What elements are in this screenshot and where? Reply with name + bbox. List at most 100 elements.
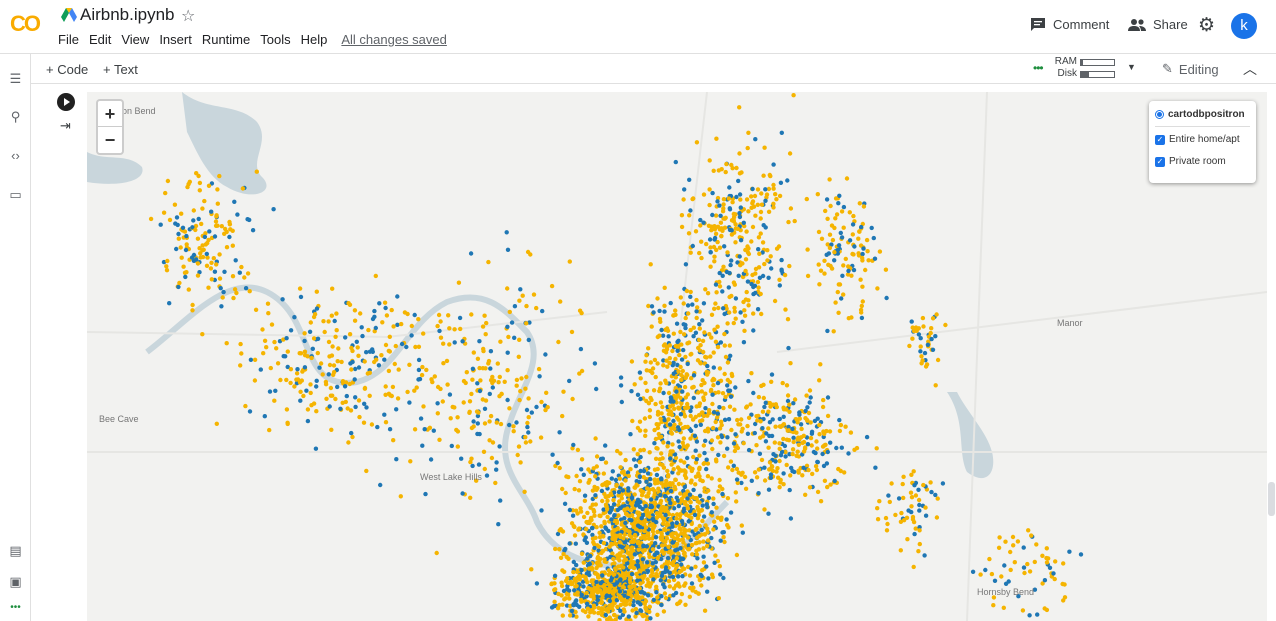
listing-point[interactable] [346, 301, 351, 306]
listing-point[interactable] [604, 578, 609, 583]
listing-point[interactable] [801, 465, 806, 470]
listing-point[interactable] [668, 456, 673, 461]
listing-point[interactable] [434, 550, 439, 556]
listing-point[interactable] [700, 518, 705, 524]
listing-point[interactable] [858, 307, 864, 313]
listing-point[interactable] [529, 410, 534, 415]
listing-point[interactable] [720, 289, 725, 294]
listing-point[interactable] [399, 321, 404, 327]
listing-point[interactable] [757, 451, 763, 456]
listing-point[interactable] [581, 514, 587, 520]
listing-point[interactable] [604, 593, 610, 598]
listing-point[interactable] [626, 492, 631, 497]
listing-point[interactable] [338, 406, 343, 411]
listing-point[interactable] [851, 213, 856, 219]
listing-point[interactable] [662, 285, 667, 290]
listing-point[interactable] [693, 482, 698, 487]
listing-point[interactable] [335, 359, 340, 364]
listing-point[interactable] [549, 283, 555, 289]
listing-point[interactable] [691, 487, 696, 493]
listing-point[interactable] [262, 338, 268, 343]
listing-point[interactable] [646, 536, 652, 541]
listing-point[interactable] [684, 512, 689, 517]
listing-point[interactable] [480, 324, 486, 329]
listing-point[interactable] [725, 377, 730, 383]
listing-point[interactable] [292, 384, 297, 389]
listing-point[interactable] [311, 336, 317, 341]
listing-point[interactable] [763, 400, 768, 405]
listing-point[interactable] [695, 305, 700, 310]
listing-point[interactable] [1062, 595, 1068, 600]
listing-point[interactable] [298, 351, 304, 356]
listing-point[interactable] [661, 363, 666, 368]
listing-point[interactable] [807, 485, 813, 490]
add-code-button[interactable]: + Code [46, 62, 88, 77]
listing-point[interactable] [726, 196, 732, 201]
listing-point[interactable] [314, 409, 319, 414]
listing-point[interactable] [631, 560, 636, 565]
listing-point[interactable] [1047, 565, 1053, 570]
listing-point[interactable] [705, 589, 710, 594]
listing-point[interactable] [517, 298, 522, 303]
listing-point[interactable] [649, 324, 654, 329]
listing-point[interactable] [440, 399, 445, 404]
listing-point[interactable] [272, 398, 277, 403]
listing-point[interactable] [628, 554, 634, 559]
listing-point[interactable] [606, 609, 611, 614]
listing-point[interactable] [552, 599, 557, 604]
listing-point[interactable] [618, 505, 623, 511]
listing-point[interactable] [722, 539, 727, 545]
listing-point[interactable] [618, 608, 623, 614]
listing-point[interactable] [749, 205, 754, 210]
listing-point[interactable] [657, 435, 662, 440]
listing-point[interactable] [916, 549, 921, 554]
listing-point[interactable] [674, 556, 680, 561]
listing-point[interactable] [901, 495, 906, 501]
listing-point[interactable] [649, 504, 655, 510]
listing-point[interactable] [826, 262, 831, 267]
listing-point[interactable] [409, 323, 414, 329]
listing-point[interactable] [288, 380, 293, 386]
listing-point[interactable] [432, 374, 437, 379]
listing-point[interactable] [825, 395, 831, 400]
listing-point[interactable] [476, 462, 482, 467]
listing-point[interactable] [688, 208, 693, 213]
listing-point[interactable] [663, 565, 669, 570]
listing-point[interactable] [219, 224, 224, 229]
listing-point[interactable] [387, 427, 393, 432]
listing-point[interactable] [693, 564, 698, 569]
listing-point[interactable] [644, 508, 649, 513]
listing-point[interactable] [676, 503, 681, 509]
listing-point[interactable] [676, 406, 682, 411]
listing-point[interactable] [421, 331, 426, 336]
listing-point[interactable] [869, 225, 874, 231]
listing-point[interactable] [252, 378, 258, 383]
listing-point[interactable] [657, 333, 662, 338]
listing-point[interactable] [661, 348, 667, 353]
listing-point[interactable] [202, 234, 208, 240]
listing-point[interactable] [721, 264, 726, 269]
listing-point[interactable] [918, 336, 923, 341]
listing-point[interactable] [461, 400, 466, 405]
listing-point[interactable] [578, 506, 583, 511]
listing-point[interactable] [574, 473, 579, 479]
listing-point[interactable] [174, 246, 179, 252]
listing-point[interactable] [475, 421, 480, 426]
listing-point[interactable] [864, 434, 870, 440]
listing-point[interactable] [683, 469, 688, 474]
listing-point[interactable] [749, 194, 754, 199]
listing-point[interactable] [741, 441, 746, 446]
listing-point[interactable] [265, 301, 271, 306]
listing-point[interactable] [519, 376, 524, 381]
listing-point[interactable] [909, 509, 914, 515]
listing-point[interactable] [553, 546, 558, 552]
listing-point[interactable] [820, 444, 826, 449]
listing-point[interactable] [637, 419, 643, 424]
listing-point[interactable] [838, 422, 844, 428]
avatar[interactable]: k [1231, 13, 1257, 39]
listing-point[interactable] [725, 496, 731, 501]
folder-icon[interactable]: ▭ [8, 187, 23, 203]
listing-point[interactable] [311, 314, 317, 320]
listing-point[interactable] [514, 420, 519, 425]
listing-point[interactable] [1046, 556, 1051, 561]
